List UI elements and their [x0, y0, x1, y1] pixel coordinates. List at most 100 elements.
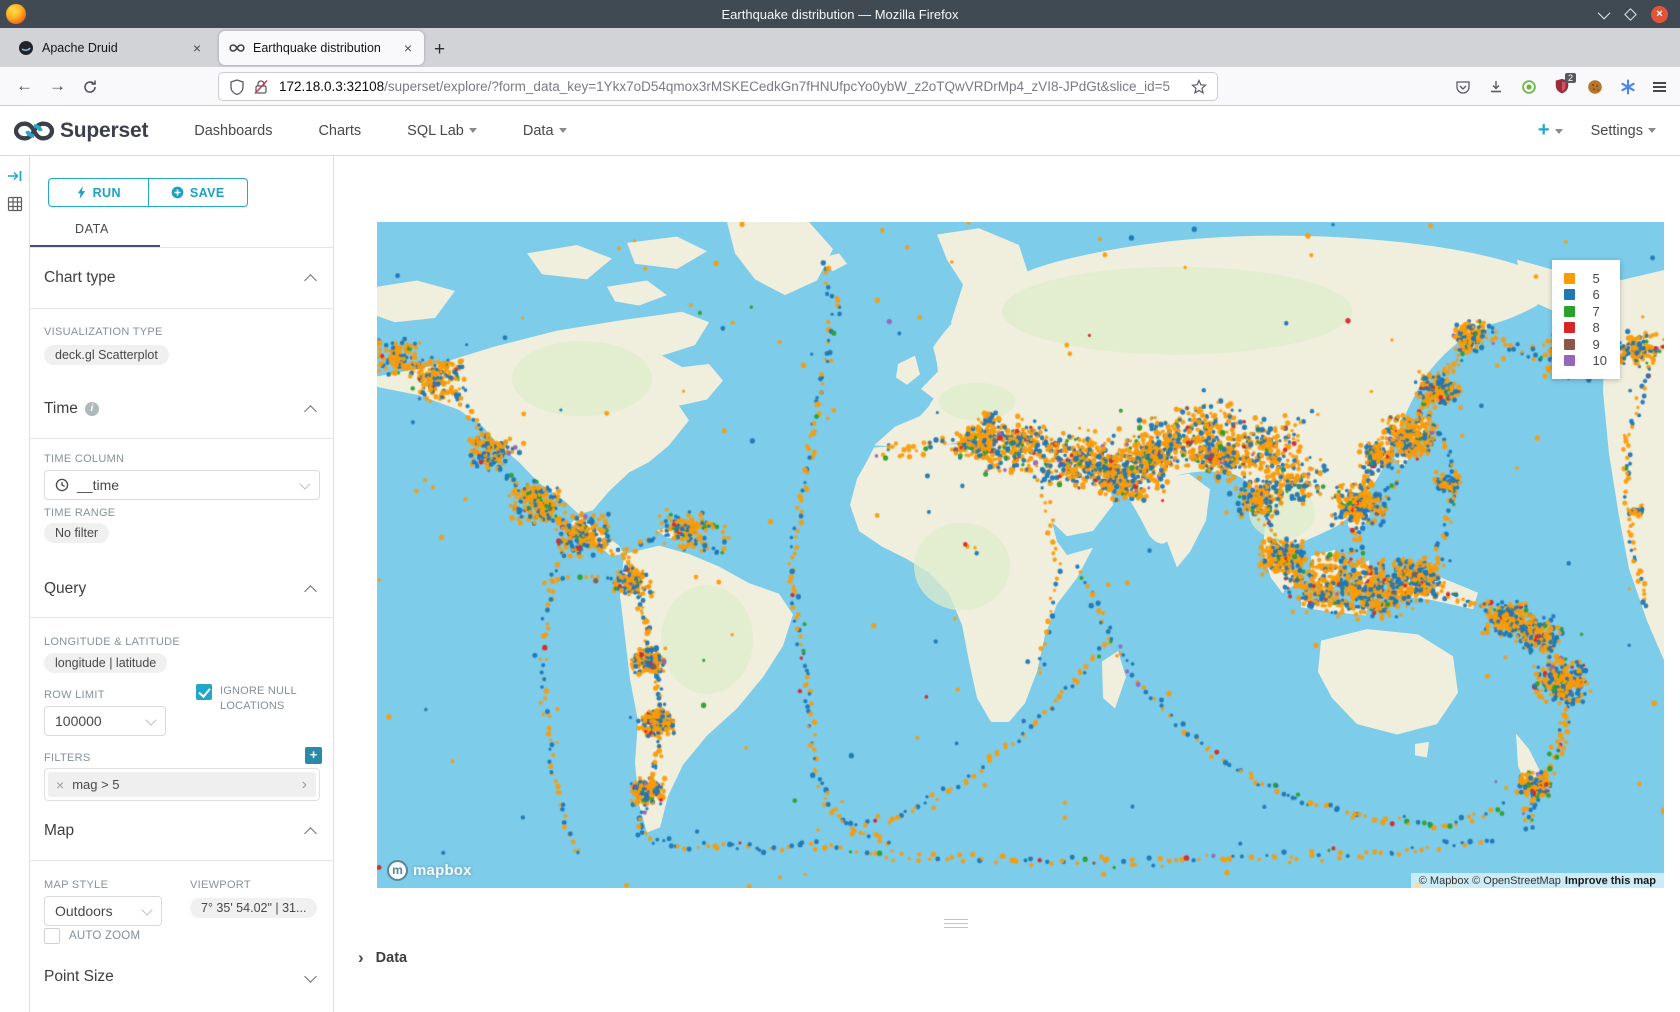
lock-slash-icon[interactable]	[253, 79, 269, 95]
collapse-panel-icon[interactable]	[7, 168, 23, 184]
legend-item: 9	[1564, 336, 1607, 353]
row-limit-select[interactable]: 100000	[44, 706, 166, 736]
section-query[interactable]: Query	[44, 580, 86, 598]
chevron-up-icon[interactable]	[304, 405, 317, 418]
time-range-label: TIME RANGE	[44, 507, 115, 519]
viewport-value[interactable]: 7° 35' 54.02" | 31...	[190, 898, 317, 918]
tab-close-icon[interactable]: ×	[402, 40, 414, 56]
dataset-grid-icon[interactable]	[7, 196, 23, 212]
viz-type-value[interactable]: deck.gl Scatterplot	[44, 345, 169, 365]
add-new-button[interactable]: +	[1538, 119, 1563, 142]
back-button[interactable]: ←	[16, 76, 33, 96]
plus-circle-icon	[171, 186, 184, 199]
druid-favicon	[18, 40, 34, 56]
legend-label: 7	[1593, 304, 1600, 319]
explore-control-panel: RUN SAVE DATA Chart type VISUALIZATION T…	[30, 156, 334, 1012]
nav-sql-lab[interactable]: SQL Lab	[407, 123, 477, 139]
bookmark-star-icon[interactable]	[1191, 79, 1207, 95]
attribution-text[interactable]: © Mapbox © OpenStreetMap	[1419, 875, 1561, 887]
tab-earthquake-distribution[interactable]: Earthquake distribution ×	[219, 31, 424, 65]
viz-type-label: VISUALIZATION TYPE	[44, 326, 163, 338]
nav-data[interactable]: Data	[523, 123, 567, 139]
section-map[interactable]: Map	[44, 822, 74, 840]
tab-title: Apache Druid	[42, 41, 185, 55]
map-style-select[interactable]: Outdoors	[44, 896, 162, 926]
tab-apache-druid[interactable]: Apache Druid ×	[8, 31, 213, 65]
viewport-label: VIEWPORT	[190, 879, 251, 891]
chevron-down-icon	[141, 904, 152, 915]
run-button[interactable]: RUN	[49, 179, 149, 206]
ignore-null-checkbox-row[interactable]: IGNORE NULL LOCATIONS	[196, 684, 326, 714]
browser-tab-bar: Apache Druid × Earthquake distribution ×…	[0, 28, 1680, 67]
menu-icon[interactable]	[1653, 80, 1666, 94]
chevron-down-icon[interactable]	[304, 970, 317, 983]
window-maximize-icon[interactable]	[1624, 8, 1637, 21]
run-save-button-group: RUN SAVE	[48, 178, 248, 207]
url-bar[interactable]: 172.18.0.3:32108/superset/explore/?form_…	[218, 72, 1218, 101]
legend-item: 8	[1564, 320, 1607, 337]
settings-menu[interactable]: Settings	[1591, 123, 1656, 139]
checkbox-checked-icon[interactable]	[196, 684, 212, 700]
legend-swatch	[1564, 339, 1575, 350]
remove-filter-icon[interactable]: ×	[48, 777, 72, 793]
legend-label: 10	[1593, 353, 1607, 368]
time-column-value: __time	[77, 477, 301, 493]
tab-close-icon[interactable]: ×	[191, 40, 203, 56]
magnitude-legend: 5678910	[1552, 260, 1620, 379]
extension-asterisk-icon[interactable]	[1620, 79, 1636, 95]
section-chart-type[interactable]: Chart type	[44, 269, 116, 287]
shield-icon[interactable]	[229, 79, 245, 95]
deckgl-scatter-map[interactable]: 5678910 m mapbox © Mapbox © OpenStreetMa…	[377, 222, 1664, 888]
window-close-icon[interactable]: ×	[1651, 6, 1668, 23]
legend-item: 6	[1564, 287, 1607, 304]
time-range-value[interactable]: No filter	[44, 523, 109, 543]
add-filter-button[interactable]: +	[305, 747, 322, 764]
tab-title: Earthquake distribution	[253, 41, 396, 55]
reload-button[interactable]	[82, 76, 98, 96]
time-column-label: TIME COLUMN	[44, 453, 124, 465]
chevron-down-icon	[559, 128, 567, 133]
map-style-label: MAP STYLE	[44, 879, 108, 891]
superset-brand[interactable]: Superset	[60, 119, 148, 143]
mapbox-logo[interactable]: m mapbox	[387, 860, 472, 881]
shield-badge-icon[interactable]: 2	[1554, 78, 1570, 96]
nav-dashboards[interactable]: Dashboards	[194, 123, 272, 139]
chevron-down-icon	[1555, 129, 1563, 134]
chevron-right-icon: ›	[358, 948, 364, 968]
download-icon[interactable]	[1488, 79, 1504, 95]
superset-logo-icon[interactable]	[14, 117, 54, 145]
chevron-up-icon[interactable]	[304, 585, 317, 598]
lightning-icon	[76, 186, 87, 199]
improve-map-link[interactable]: Improve this map	[1565, 875, 1656, 887]
legend-item: 5	[1564, 270, 1607, 287]
resize-grip[interactable]	[944, 916, 968, 931]
pocket-icon[interactable]	[1455, 79, 1471, 95]
time-column-select[interactable]: __time	[44, 470, 320, 500]
forward-button[interactable]: →	[49, 76, 66, 96]
legend-swatch	[1564, 273, 1575, 284]
cookie-icon[interactable]	[1587, 79, 1603, 95]
nav-charts[interactable]: Charts	[318, 123, 361, 139]
legend-swatch	[1564, 289, 1575, 300]
section-time[interactable]: Timei	[44, 400, 99, 418]
section-point-size[interactable]: Point Size	[44, 968, 114, 986]
map-attribution: © Mapbox © OpenStreetMap Improve this ma…	[1411, 873, 1664, 888]
chevron-up-icon[interactable]	[304, 827, 317, 840]
earthquake-points-layer	[377, 222, 1664, 888]
auto-zoom-checkbox-row[interactable]: AUTO ZOOM	[44, 928, 140, 944]
data-panel-toggle[interactable]: › Data	[358, 948, 407, 968]
superset-navbar: Superset Dashboards Charts SQL Lab Data …	[0, 106, 1680, 156]
shield-badge-count: 2	[1565, 73, 1576, 83]
legend-label: 5	[1593, 271, 1600, 286]
checkbox-unchecked-icon[interactable]	[44, 928, 60, 944]
privacy-mask-icon[interactable]	[1521, 79, 1537, 95]
new-tab-button[interactable]: +	[434, 39, 445, 61]
chevron-right-icon[interactable]: ›	[293, 776, 316, 794]
chevron-up-icon[interactable]	[304, 274, 317, 287]
filter-item[interactable]: × mag > 5 ›	[48, 772, 316, 797]
legend-label: 9	[1593, 337, 1600, 352]
chart-container: Earthquake distribution Altered 73k rows…	[334, 156, 1680, 1012]
save-button[interactable]: SAVE	[149, 179, 248, 206]
tab-data[interactable]: DATA	[75, 222, 109, 236]
lonlat-value[interactable]: longitude | latitude	[44, 653, 167, 673]
